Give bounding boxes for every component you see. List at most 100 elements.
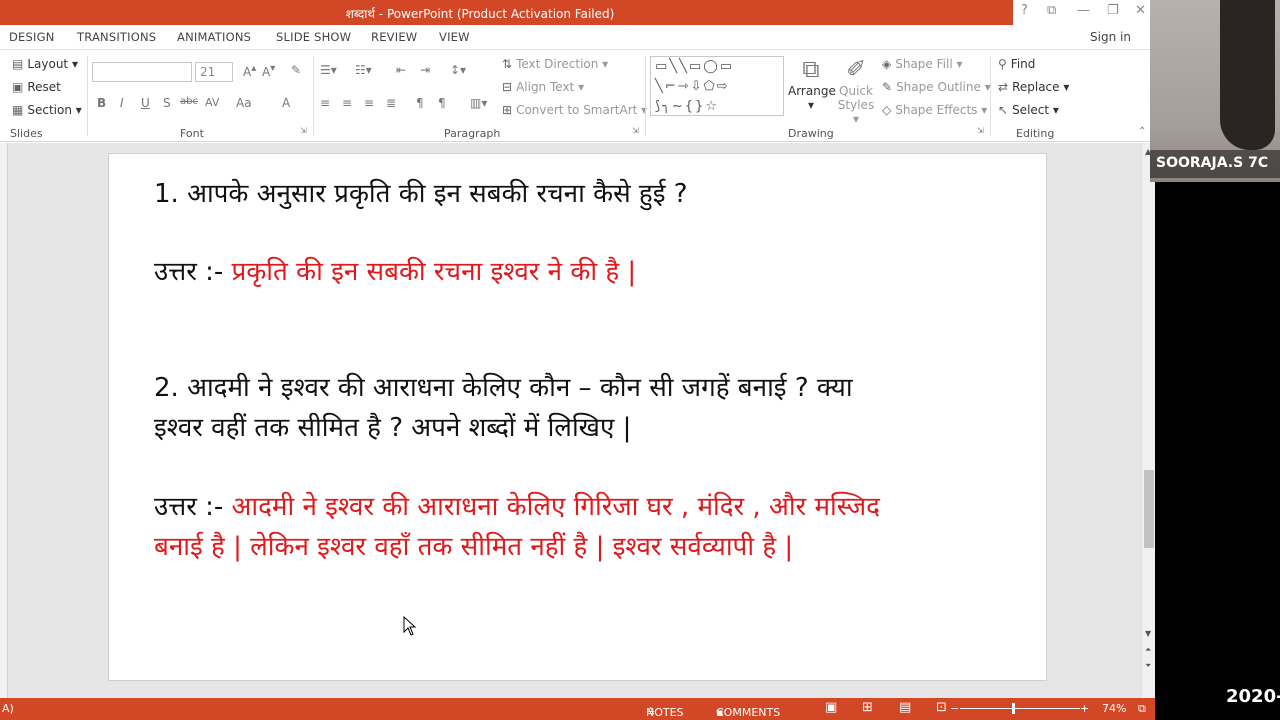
collapse-ribbon-icon[interactable]: ⌃ — [1138, 126, 1146, 137]
rtl-icon[interactable]: ¶ — [438, 96, 446, 110]
answer-1[interactable]: उत्तर :- प्रकृति की इन सबकी रचना इश्वर न… — [154, 252, 636, 292]
ribbon-display-icon[interactable]: ⧉ — [1047, 3, 1056, 18]
ribbon-tabs: DESIGN TRANSITIONS ANIMATIONS SLIDE SHOW… — [0, 25, 1155, 49]
previous-slide-icon[interactable]: ⏶ — [1145, 645, 1151, 655]
convert-smartart-button[interactable]: ⊞ Convert to SmartArt ▾ — [502, 103, 647, 117]
align-text-button[interactable]: ⊟ Align Text ▾ — [502, 80, 584, 94]
find-button[interactable]: ⚲ Find — [998, 57, 1035, 71]
minimize-button[interactable]: — — [1077, 3, 1090, 18]
section-button[interactable]: ▦ Section ▾ — [12, 103, 82, 117]
tab-transitions[interactable]: TRANSITIONS — [77, 30, 156, 44]
question-2-line-2[interactable]: इश्वर वहीं तक सीमित है ? अपने शब्दों में… — [154, 408, 631, 448]
participant-silhouette — [1220, 0, 1275, 150]
answer-2-text-2: बनाई है | लेकिन इश्वर वहाँ तक सीमित नहीं… — [154, 532, 794, 562]
select-button[interactable]: ↖ Select ▾ — [998, 103, 1059, 117]
font-size-box[interactable]: 21 — [195, 62, 233, 82]
clear-format-icon[interactable]: ✎ — [291, 63, 301, 77]
text-direction-button[interactable]: ⇅ Text Direction ▾ — [502, 57, 608, 71]
decrease-indent-icon[interactable]: ⇤ — [396, 63, 406, 77]
mouse-cursor-icon — [403, 615, 417, 640]
zoom-out-icon[interactable]: − — [950, 702, 959, 715]
question-2-line-1[interactable]: 2. आदमी ने इश्वर की आराधना केलिए कौन – क… — [154, 368, 853, 408]
divider — [645, 56, 646, 136]
shape-outline-button[interactable]: ✎ Shape Outline ▾ — [882, 80, 991, 94]
close-button[interactable]: ✕ — [1135, 3, 1146, 18]
quick-styles-icon: ✐ — [845, 55, 867, 83]
reading-view-icon[interactable]: ▤ — [899, 700, 911, 715]
divider — [313, 56, 314, 136]
participant-name: SOORAJA.S 7C — [1150, 150, 1280, 178]
shadow-button[interactable]: S — [163, 96, 171, 110]
clock-text: 2020- — [1226, 686, 1280, 707]
italic-button[interactable]: I — [120, 96, 124, 110]
grow-font-icon[interactable]: A▴ — [243, 63, 256, 79]
character-spacing-button[interactable]: AV — [205, 96, 219, 109]
drawing-dialog-icon[interactable]: ⇲ — [977, 126, 984, 135]
binoculars-icon: ⚲ — [998, 57, 1007, 71]
shapes-gallery[interactable]: ▭╲╲▭◯▭ ╲⌐⇾⇩⬠⇨ ⟆╮∼{}☆ — [650, 56, 784, 116]
status-left-text: A) — [2, 702, 14, 715]
sign-in-link[interactable]: Sign in — [1090, 30, 1131, 44]
status-bar: A) ≙ NOTES ▪ COMMENTS ▣ ⊞ ▤ ⊡ − + 74% ⧉ — [0, 698, 1155, 720]
change-case-button[interactable]: Aa — [236, 96, 252, 110]
font-group-label: Font — [180, 127, 204, 140]
strikethrough-button[interactable]: abc — [180, 96, 198, 107]
tab-view[interactable]: VIEW — [439, 30, 470, 44]
reset-button[interactable]: ▣ Reset — [12, 80, 61, 94]
window-controls: ? ⧉ — ❐ ✕ — [1013, 0, 1155, 25]
shape-fill-button[interactable]: ◈ Shape Fill ▾ — [882, 57, 963, 71]
tab-review[interactable]: REVIEW — [371, 30, 417, 44]
title-bar: शब्दार्थ - PowerPoint (Product Activatio… — [0, 0, 1013, 25]
thumbnail-pane-edge[interactable] — [0, 143, 8, 698]
effects-icon: ◇ — [882, 103, 892, 117]
bullets-icon[interactable]: ☰▾ — [320, 63, 337, 77]
tab-slide-show[interactable]: SLIDE SHOW — [276, 30, 351, 44]
restore-button[interactable]: ❐ — [1107, 3, 1119, 18]
align-left-icon[interactable]: ≡ — [320, 96, 330, 110]
justify-icon[interactable]: ≣ — [386, 96, 396, 110]
ribbon: ▤ Layout ▾ ▣ Reset ▦ Section ▾ Slides 21 A▴… — [0, 49, 1155, 142]
reset-icon: ▣ — [12, 80, 24, 94]
help-icon[interactable]: ? — [1021, 3, 1028, 18]
numbering-icon[interactable]: ☷▾ — [355, 63, 372, 77]
fit-slide-icon[interactable]: ⧉ — [1138, 702, 1146, 716]
tab-design[interactable]: DESIGN — [9, 30, 55, 44]
scroll-thumb[interactable] — [1144, 470, 1154, 548]
zoom-in-icon[interactable]: + — [1080, 702, 1089, 715]
font-color-button[interactable]: A — [282, 96, 290, 110]
font-dialog-icon[interactable]: ⇲ — [300, 126, 307, 135]
slide-canvas[interactable]: 1. आपके अनुसार प्रकृति की इन सबकी रचना क… — [108, 153, 1047, 681]
normal-view-icon[interactable]: ▣ — [825, 700, 837, 715]
layout-button[interactable]: ▤ Layout ▾ — [12, 57, 78, 71]
paragraph-dialog-icon[interactable]: ⇲ — [632, 126, 639, 135]
question-1[interactable]: 1. आपके अनुसार प्रकृति की इन सबकी रचना क… — [154, 174, 688, 214]
tab-animations[interactable]: ANIMATIONS — [177, 30, 251, 44]
scroll-down-icon[interactable]: ▼ — [1145, 629, 1151, 638]
answer-2-prefix: उत्तर :- — [154, 492, 232, 522]
answer-2-line-2[interactable]: बनाई है | लेकिन इश्वर वहाँ तक सीमित नहीं… — [154, 527, 793, 567]
answer-2-line-1[interactable]: उत्तर :- आदमी ने इश्वर की आराधना केलिए ग… — [154, 487, 880, 527]
font-name-box[interactable] — [92, 62, 192, 82]
slide-sorter-icon[interactable]: ⊞ — [862, 700, 873, 715]
next-slide-icon[interactable]: ⏷ — [1145, 661, 1151, 671]
shrink-font-icon[interactable]: A▾ — [262, 63, 275, 79]
bold-button[interactable]: B — [97, 96, 106, 110]
arrange-button[interactable]: ⧉ Arrange ▾ — [788, 54, 836, 112]
zoom-slider-knob[interactable] — [1012, 703, 1015, 714]
vertical-scrollbar[interactable]: ▲ ▼ ⏶ ⏷ — [1141, 143, 1155, 698]
align-center-icon[interactable]: ≡ — [342, 96, 352, 110]
slide-show-icon[interactable]: ⊡ — [936, 700, 947, 715]
underline-button[interactable]: U — [141, 96, 150, 110]
align-right-icon[interactable]: ≡ — [364, 96, 374, 110]
line-spacing-icon[interactable]: ↕▾ — [450, 63, 466, 77]
zoom-slider[interactable] — [960, 703, 1080, 714]
divider — [87, 56, 88, 136]
zoom-level[interactable]: 74% — [1102, 702, 1126, 715]
increase-indent-icon[interactable]: ⇥ — [420, 63, 430, 77]
ltr-icon[interactable]: ¶ — [416, 96, 424, 110]
columns-icon[interactable]: ▥▾ — [470, 96, 487, 110]
replace-icon: ⇄ — [998, 80, 1009, 94]
quick-styles-button[interactable]: ✐ Quick Styles ▾ — [836, 54, 876, 126]
replace-button[interactable]: ⇄ Replace ▾ — [998, 80, 1069, 94]
shape-effects-button[interactable]: ◇ Shape Effects ▾ — [882, 103, 987, 117]
